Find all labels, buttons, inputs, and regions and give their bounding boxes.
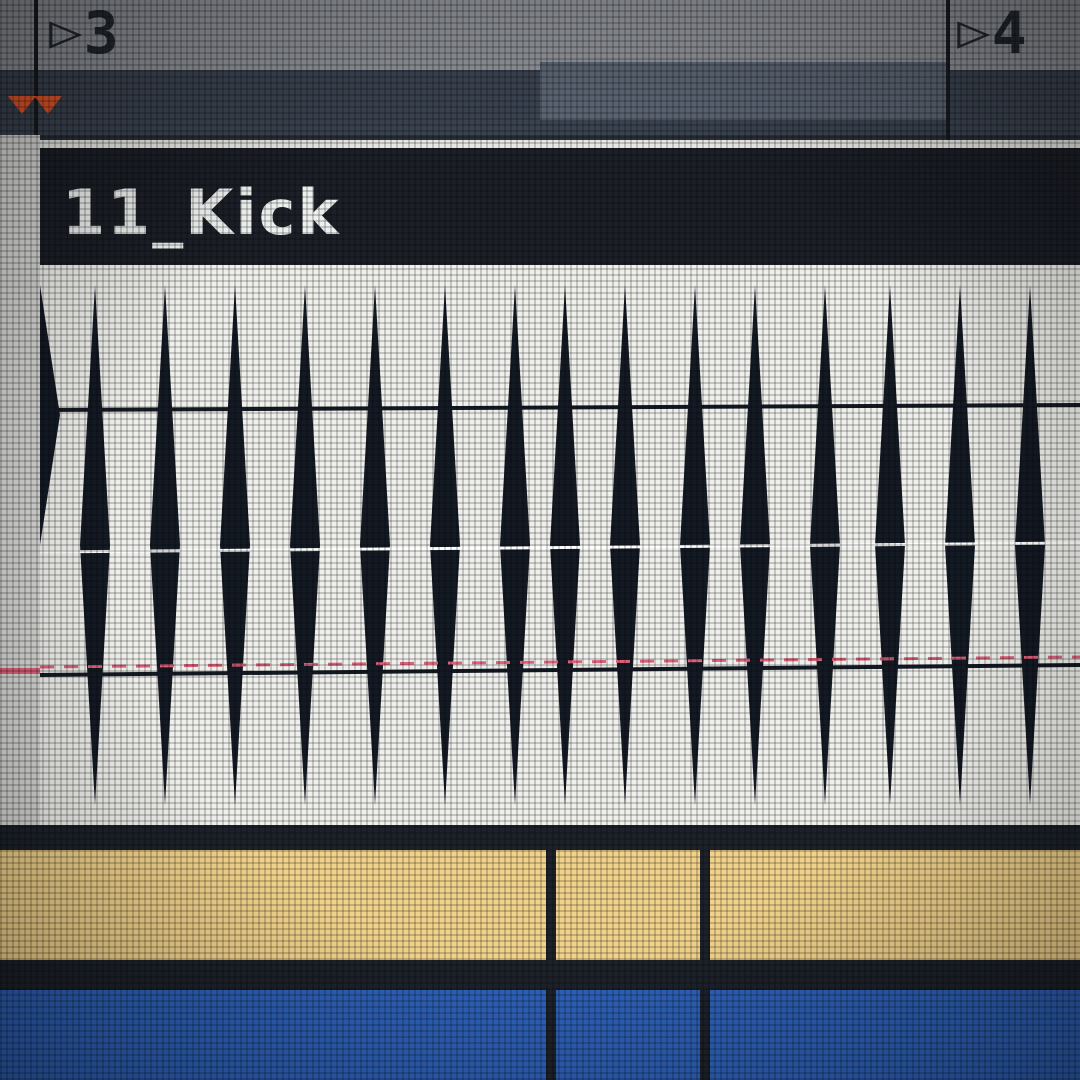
clip-waveform-area[interactable] [39,265,1080,825]
lane-separator [0,960,1080,990]
waveform [39,285,1080,805]
loop-start-triangle-icon[interactable] [34,96,62,114]
play-triangle-icon: ▷ [49,4,83,58]
blue-clip-lane[interactable] [0,990,1080,1080]
bar-number: 4 [991,0,1027,67]
previous-clip-edge [0,135,40,825]
yellow-clip-lane[interactable] [0,850,1080,960]
bar-marker-4[interactable]: ▷ 4 [957,0,1027,67]
loop-start-triangle-icon[interactable] [8,96,36,114]
bar-number: 3 [83,0,119,67]
timeline-ruler[interactable]: ▷ 3 ▷ 4 [0,0,1080,1080]
lane-separator [0,825,1080,850]
clip-top-border [40,140,1080,148]
ruler-loop-region[interactable] [540,62,950,120]
clip-boundary [546,825,556,1080]
clip-boundary [700,825,710,1080]
cursor-line-edge [0,668,40,674]
play-triangle-icon: ▷ [957,4,991,58]
waveform-axis-top [39,403,1080,412]
clip-header[interactable]: 11_Kick [40,140,1080,265]
bar-marker-3[interactable]: ▷ 3 [49,0,119,67]
ruler-bar-area[interactable] [0,0,1080,70]
clip-name: 11_Kick [62,176,341,249]
